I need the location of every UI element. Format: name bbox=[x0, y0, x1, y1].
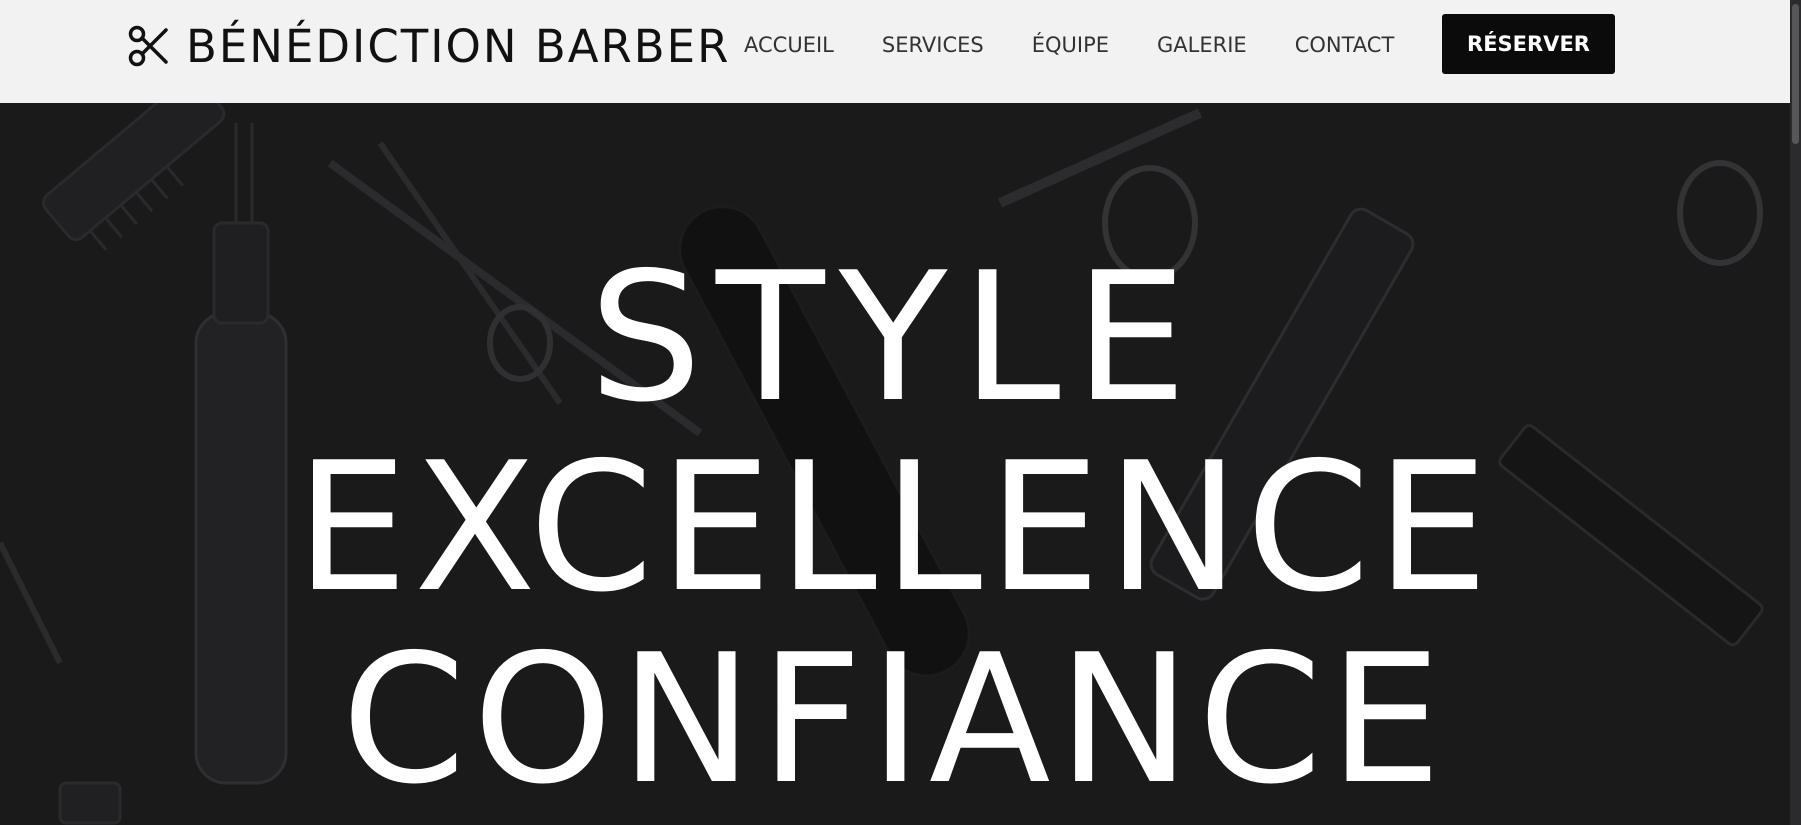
brand-logo-link[interactable]: BÉNÉDICTION BARBER bbox=[128, 16, 730, 76]
nav-item-contact[interactable]: CONTACT bbox=[1295, 33, 1395, 57]
brand-name: BÉNÉDICTION BARBER bbox=[186, 19, 731, 73]
site-header: BÉNÉDICTION BARBER ACCUEIL SERVICES ÉQUI… bbox=[0, 0, 1790, 103]
hero-section: STYLE EXCELLENCE CONFIANCE bbox=[0, 103, 1790, 825]
page: BÉNÉDICTION BARBER ACCUEIL SERVICES ÉQUI… bbox=[0, 0, 1801, 825]
nav-item-services[interactable]: SERVICES bbox=[882, 33, 984, 57]
nav-item-equipe[interactable]: ÉQUIPE bbox=[1032, 33, 1109, 57]
reserve-button[interactable]: RÉSERVER bbox=[1442, 14, 1615, 74]
scrollbar[interactable] bbox=[1790, 0, 1801, 825]
hero-title-line-3: CONFIANCE bbox=[341, 616, 1449, 823]
scissors-icon bbox=[128, 24, 170, 68]
nav-item-galerie[interactable]: GALERIE bbox=[1157, 33, 1247, 57]
hero-title-line-2: EXCELLENCE bbox=[295, 424, 1495, 631]
scrollbar-thumb[interactable] bbox=[1792, 4, 1799, 144]
nav-item-accueil[interactable]: ACCUEIL bbox=[744, 33, 834, 57]
hero-title-line-1: STYLE bbox=[588, 234, 1202, 441]
main-nav: ACCUEIL SERVICES ÉQUIPE GALERIE CONTACT bbox=[744, 0, 1442, 90]
